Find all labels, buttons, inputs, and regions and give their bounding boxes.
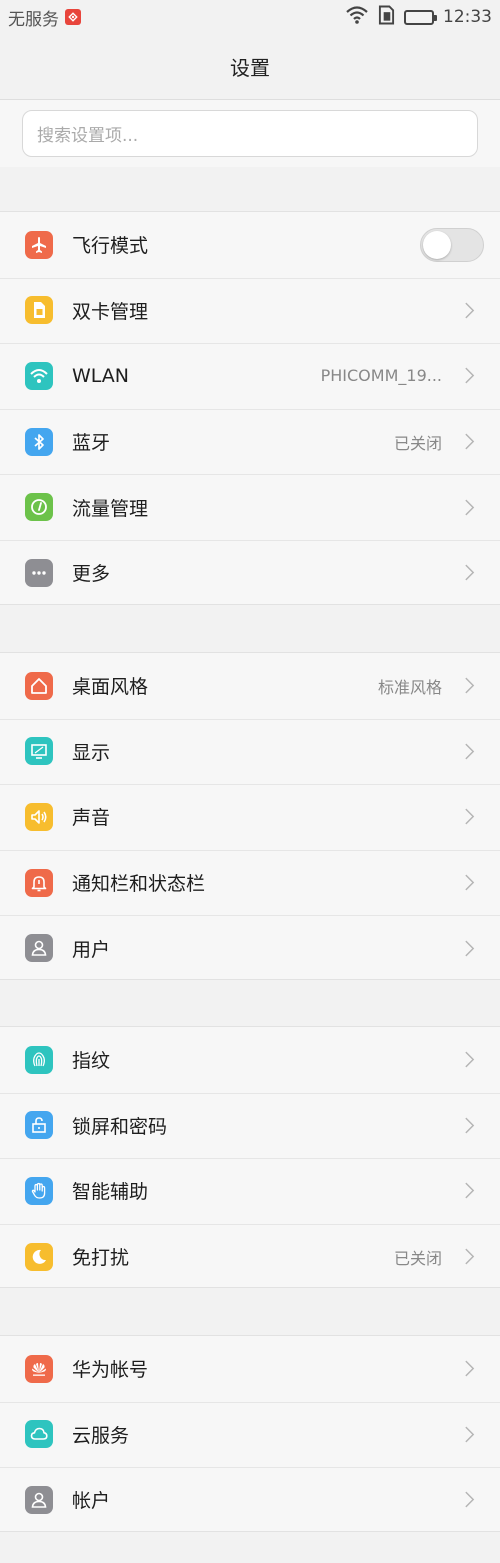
chevron-right-icon — [456, 363, 482, 389]
settings-item-user[interactable]: 用户 — [0, 915, 500, 981]
settings-item-bell[interactable]: 通知栏和状态栏 — [0, 849, 500, 916]
airplane-mode-toggle[interactable] — [420, 227, 484, 262]
sim-card-icon — [25, 296, 53, 325]
bell-icon — [25, 868, 53, 897]
settings-item-label: 蓝牙 — [72, 432, 111, 455]
settings-item-label: 帐户 — [72, 1490, 111, 1513]
settings-item-lock[interactable]: 锁屏和密码 — [0, 1092, 500, 1159]
settings-group: 飞行模式双卡管理 WLAN PHICOMM_19... 蓝牙 已关闭流量管理更多 — [0, 211, 500, 605]
settings-item-label: 锁屏和密码 — [72, 1115, 168, 1138]
settings-item-cloud[interactable]: 云服务 — [0, 1401, 500, 1468]
settings-item-data-usage[interactable]: 流量管理 — [0, 474, 500, 540]
data-usage-icon — [25, 493, 53, 522]
chevron-right-icon — [456, 1112, 482, 1138]
toggle-knob — [423, 230, 451, 259]
home-icon — [25, 671, 53, 700]
settings-item-huawei[interactable]: 华为帐号 — [0, 1336, 500, 1402]
cloud-icon — [25, 1420, 53, 1449]
chevron-right-icon — [456, 1047, 482, 1073]
chevron-right-icon — [456, 297, 482, 323]
user-icon — [25, 934, 53, 963]
settings-item-hand[interactable]: 智能辅助 — [0, 1158, 500, 1224]
settings-item-label: 声音 — [72, 807, 111, 830]
status-bar: 无服务 12:33 — [0, 0, 500, 34]
settings-item-label: 桌面风格 — [72, 676, 149, 699]
chevron-right-icon — [456, 673, 482, 699]
fingerprint-icon — [25, 1045, 53, 1074]
search-section: 搜索设置项... — [0, 100, 500, 167]
settings-item-label: 流量管理 — [72, 497, 149, 520]
settings-item-wifi[interactable]: WLAN PHICOMM_19... — [0, 343, 500, 409]
settings-item-label: 显示 — [72, 741, 111, 764]
more-icon — [25, 558, 53, 587]
settings-item-label: 智能辅助 — [72, 1181, 149, 1204]
search-input[interactable]: 搜索设置项... — [22, 110, 478, 157]
settings-group: 指纹锁屏和密码智能辅助免打扰 已关闭 — [0, 1026, 500, 1290]
settings-group: 华为帐号 云服务 帐户 — [0, 1335, 500, 1532]
chevron-right-icon — [456, 870, 482, 896]
chevron-right-icon — [456, 935, 482, 961]
chevron-right-icon — [456, 1487, 482, 1513]
settings-item-sim-card[interactable]: 双卡管理 — [0, 277, 500, 344]
settings-item-value: 已关闭 — [393, 433, 442, 453]
carrier-text: 无服务 — [8, 9, 59, 30]
carrier-area: 无服务 — [8, 5, 81, 30]
huawei-icon — [25, 1354, 53, 1383]
settings-item-bluetooth[interactable]: 蓝牙 已关闭 — [0, 408, 500, 475]
settings-item-label: WLAN — [72, 364, 130, 387]
settings-item-value: 已关闭 — [393, 1248, 442, 1268]
settings-group: 桌面风格 标准风格显示声音通知栏和状态栏 用户 — [0, 652, 500, 980]
hand-icon — [25, 1176, 53, 1205]
settings-item-fingerprint[interactable]: 指纹 — [0, 1027, 500, 1093]
status-icons: 12:33 — [345, 5, 492, 30]
settings-item-value: 标准风格 — [377, 677, 442, 697]
chevron-right-icon — [456, 1244, 482, 1270]
chevron-right-icon — [456, 1356, 482, 1382]
settings-item-more[interactable]: 更多 — [0, 539, 500, 606]
sim-status-icon — [378, 5, 395, 30]
chevron-right-icon — [456, 1178, 482, 1204]
chevron-right-icon — [456, 1421, 482, 1447]
settings-item-label: 双卡管理 — [72, 300, 149, 323]
settings-item-account[interactable]: 帐户 — [0, 1467, 500, 1533]
settings-item-label: 飞行模式 — [72, 235, 149, 258]
account-icon — [25, 1485, 53, 1514]
settings-item-label: 华为帐号 — [72, 1359, 149, 1382]
settings-item-display[interactable]: 显示 — [0, 718, 500, 785]
chevron-right-icon — [456, 494, 482, 520]
moon-icon — [25, 1242, 53, 1271]
settings-item-home[interactable]: 桌面风格 标准风格 — [0, 653, 500, 719]
settings-item-label: 免打扰 — [72, 1247, 130, 1270]
chevron-right-icon — [456, 560, 482, 586]
bluetooth-icon — [25, 427, 53, 456]
search-placeholder: 搜索设置项... — [37, 126, 139, 146]
settings-item-label: 云服务 — [72, 1424, 130, 1447]
wifi-signal-icon — [345, 5, 369, 30]
settings-item-airplane[interactable]: 飞行模式 — [0, 212, 500, 278]
settings-item-sound[interactable]: 声音 — [0, 784, 500, 850]
settings-item-label: 更多 — [72, 563, 111, 586]
airplane-icon — [25, 230, 53, 259]
settings-item-moon[interactable]: 免打扰 已关闭 — [0, 1223, 500, 1290]
chevron-right-icon — [456, 429, 482, 455]
clock: 12:33 — [443, 7, 492, 27]
battery-icon — [404, 9, 437, 25]
settings-item-label: 通知栏和状态栏 — [72, 873, 206, 896]
sound-icon — [25, 802, 53, 831]
settings-item-value: PHICOMM_19... — [320, 366, 442, 386]
lock-icon — [25, 1111, 53, 1140]
display-icon — [25, 737, 53, 766]
wifi-icon — [25, 361, 53, 390]
notification-app-icon — [65, 9, 81, 25]
settings-item-label: 用户 — [72, 938, 111, 961]
page-title: 设置 — [230, 56, 270, 80]
page-header: 设置 — [0, 34, 500, 100]
settings-item-label: 指纹 — [72, 1050, 111, 1073]
chevron-right-icon — [456, 804, 482, 830]
chevron-right-icon — [456, 738, 482, 764]
